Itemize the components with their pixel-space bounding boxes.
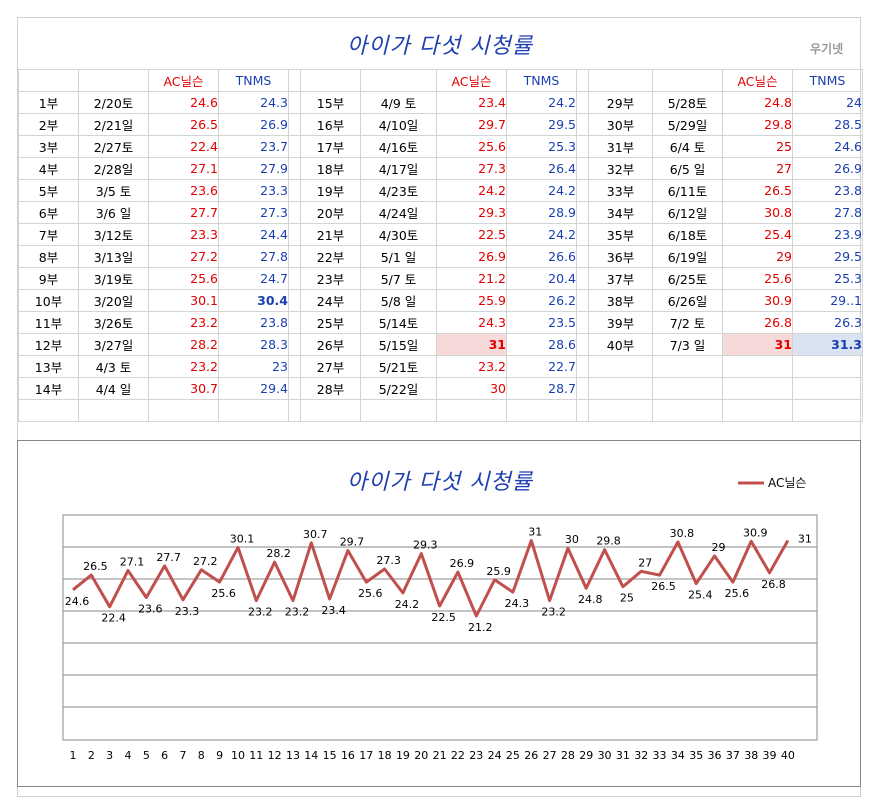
x-tick-label: 36 [708, 749, 722, 762]
x-tick-label: 13 [286, 749, 300, 762]
line-chart: 24.6 26.5 22.4 27.1 23.6 27.7 23.3 27.2 25.6 30.1… [62, 476, 818, 762]
data-label: 30.7 [303, 528, 328, 541]
data-label: 27.2 [193, 555, 218, 568]
x-tick-label: 26 [524, 749, 538, 762]
x-tick-label: 8 [198, 749, 205, 762]
data-label: 31 [528, 526, 542, 539]
x-tick-label: 23 [469, 749, 483, 762]
data-label: 26.5 [83, 560, 108, 573]
legend-label: AC닐슨 [768, 476, 806, 490]
x-tick-label: 16 [341, 749, 355, 762]
x-tick-label: 20 [414, 749, 428, 762]
x-tick-label: 38 [744, 749, 758, 762]
x-tick-label: 21 [433, 749, 447, 762]
x-tick-label: 40 [781, 749, 795, 762]
x-tick-label: 27 [543, 749, 557, 762]
data-label: 26.9 [450, 557, 475, 570]
data-label: 22.4 [101, 612, 126, 625]
x-tick-label: 5 [143, 749, 150, 762]
x-tick-label: 37 [726, 749, 740, 762]
data-label: 30.8 [670, 527, 695, 540]
data-label: 21.2 [468, 621, 493, 634]
x-tick-label: 25 [506, 749, 520, 762]
data-label: 27 [638, 556, 652, 569]
data-label: 25.9 [486, 565, 511, 578]
x-tick-label: 3 [106, 749, 113, 762]
data-label: 24.3 [505, 597, 530, 610]
x-tick-label: 39 [763, 749, 777, 762]
x-tick-label: 17 [359, 749, 373, 762]
x-tick-label: 18 [378, 749, 392, 762]
x-tick-label: 9 [216, 749, 223, 762]
x-tick-label: 19 [396, 749, 410, 762]
x-tick-label: 12 [268, 749, 282, 762]
data-label: 25.6 [211, 587, 236, 600]
data-label: 30.9 [743, 526, 768, 539]
data-label: 23.2 [248, 606, 273, 619]
x-tick-label: 22 [451, 749, 465, 762]
data-label: 26.5 [651, 580, 676, 593]
x-tick-label: 29 [579, 749, 593, 762]
x-tick-label: 15 [323, 749, 337, 762]
data-label: 27.1 [120, 556, 145, 569]
data-label: 30.1 [230, 532, 255, 545]
data-label: 23.2 [541, 606, 566, 619]
x-tick-label: 6 [161, 749, 168, 762]
data-label: 27.7 [156, 551, 181, 564]
data-label: 24.2 [395, 598, 420, 611]
data-label: 24.6 [65, 595, 90, 608]
x-tick-label: 4 [124, 749, 131, 762]
data-label: 23.6 [138, 602, 163, 615]
x-tick-label: 32 [634, 749, 648, 762]
x-tick-label: 11 [249, 749, 263, 762]
x-tick-label: 24 [488, 749, 502, 762]
x-tick-label: 14 [304, 749, 318, 762]
data-label: 22.5 [431, 611, 456, 624]
data-label: 23.4 [321, 604, 346, 617]
x-tick-label: 35 [689, 749, 703, 762]
data-label: 25.4 [688, 589, 713, 602]
x-tick-label: 31 [616, 749, 630, 762]
x-tick-label: 10 [231, 749, 245, 762]
data-label: 29.8 [596, 535, 621, 548]
data-label: 28.2 [266, 547, 291, 560]
x-tick-label: 28 [561, 749, 575, 762]
x-tick-label: 1 [70, 749, 77, 762]
x-tick-label: 30 [598, 749, 612, 762]
data-label: 30 [565, 533, 579, 546]
data-label: 23.2 [285, 606, 310, 619]
plot-area [62, 514, 818, 741]
data-label: 31 [798, 533, 812, 546]
data-label: 29.3 [413, 539, 438, 552]
x-tick-label: 33 [653, 749, 667, 762]
data-label: 25 [620, 592, 634, 605]
data-label: 24.8 [578, 593, 603, 606]
data-label: 23.3 [175, 605, 200, 618]
x-tick-label: 2 [88, 749, 95, 762]
x-tick-label: 34 [671, 749, 685, 762]
data-label: 29 [712, 541, 726, 554]
data-label: 25.6 [725, 587, 750, 600]
data-label: 29.7 [340, 536, 365, 549]
data-label: 26.8 [761, 578, 786, 591]
x-tick-label: 7 [179, 749, 186, 762]
data-label: 25.6 [358, 587, 383, 600]
data-label: 27.3 [376, 554, 401, 567]
